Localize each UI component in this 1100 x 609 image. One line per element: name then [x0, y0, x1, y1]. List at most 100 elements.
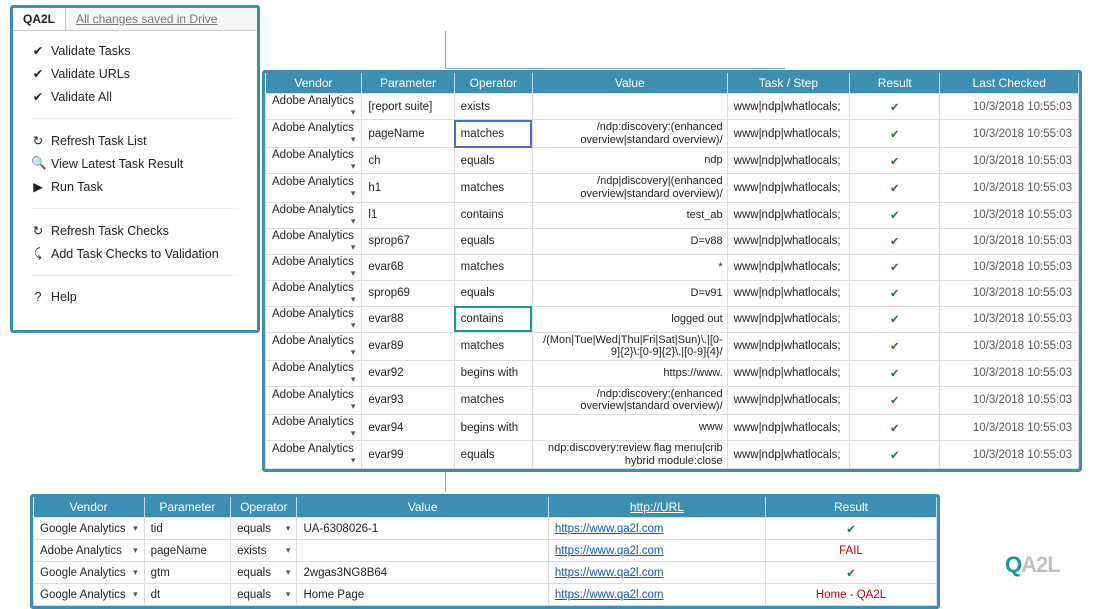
menu-item[interactable]: 🔍View Latest Task Result: [31, 152, 239, 175]
task-cell[interactable]: www|ndp|whatlocals;: [727, 254, 849, 280]
operator-cell[interactable]: exists▾: [231, 540, 297, 562]
operator-cell[interactable]: equals▾: [231, 562, 297, 584]
task-cell[interactable]: www|ndp|whatlocals;: [727, 360, 849, 386]
operator-cell[interactable]: begins with: [454, 415, 532, 441]
vendor-cell[interactable]: Adobe Analytics▾: [266, 228, 362, 254]
column-header[interactable]: Value: [532, 73, 727, 94]
task-cell[interactable]: www|ndp|whatlocals;: [727, 202, 849, 228]
url-cell[interactable]: https://www.qa2l.com: [548, 584, 765, 606]
column-header[interactable]: Parameter: [362, 73, 454, 94]
operator-cell[interactable]: matches: [454, 254, 532, 280]
task-cell[interactable]: www|ndp|whatlocals;: [727, 280, 849, 306]
vendor-cell[interactable]: Adobe Analytics▾: [266, 174, 362, 202]
vendor-cell[interactable]: Adobe Analytics▾: [266, 306, 362, 332]
value-cell[interactable]: Home Page: [297, 584, 548, 606]
value-cell[interactable]: D=v91: [532, 280, 727, 306]
column-header[interactable]: Operator: [231, 497, 297, 518]
vendor-cell[interactable]: Adobe Analytics▾: [266, 386, 362, 414]
vendor-cell[interactable]: Adobe Analytics▾: [266, 254, 362, 280]
value-cell[interactable]: /ndp|discovery|(enhanced overview|standa…: [532, 174, 727, 202]
parameter-cell[interactable]: sprop69: [362, 280, 454, 306]
column-header[interactable]: http://URL: [548, 497, 765, 518]
value-cell[interactable]: ndp: [532, 148, 727, 174]
url-link[interactable]: https://www.qa2l.com: [555, 567, 664, 579]
vendor-cell[interactable]: Adobe Analytics▾: [266, 441, 362, 469]
parameter-cell[interactable]: evar68: [362, 254, 454, 280]
parameter-cell[interactable]: [report suite]: [362, 94, 454, 120]
column-header[interactable]: Result: [850, 73, 940, 94]
parameter-cell[interactable]: tid: [144, 518, 230, 540]
parameter-cell[interactable]: ch: [362, 148, 454, 174]
vendor-cell[interactable]: Adobe Analytics▾: [266, 202, 362, 228]
parameter-cell[interactable]: evar94: [362, 415, 454, 441]
operator-cell[interactable]: equals: [454, 280, 532, 306]
vendor-cell[interactable]: Adobe Analytics▾: [266, 280, 362, 306]
parameter-cell[interactable]: evar88: [362, 306, 454, 332]
menu-item[interactable]: ▶Run Task: [31, 175, 239, 198]
task-cell[interactable]: www|ndp|whatlocals;: [727, 174, 849, 202]
operator-cell[interactable]: equals: [454, 228, 532, 254]
operator-cell[interactable]: contains: [454, 306, 532, 332]
value-cell[interactable]: [297, 540, 548, 562]
vendor-cell[interactable]: Adobe Analytics▾: [266, 148, 362, 174]
task-cell[interactable]: www|ndp|whatlocals;: [727, 306, 849, 332]
parameter-cell[interactable]: sprop67: [362, 228, 454, 254]
operator-cell[interactable]: equals▾: [231, 584, 297, 606]
column-header[interactable]: Vendor: [266, 73, 362, 94]
url-link[interactable]: https://www.qa2l.com: [555, 523, 664, 535]
parameter-cell[interactable]: evar93: [362, 386, 454, 414]
url-cell[interactable]: https://www.qa2l.com: [548, 540, 765, 562]
value-cell[interactable]: www: [532, 415, 727, 441]
task-cell[interactable]: www|ndp|whatlocals;: [727, 228, 849, 254]
parameter-cell[interactable]: evar99: [362, 441, 454, 469]
menu-item[interactable]: ↻Refresh Task List: [31, 129, 239, 152]
value-cell[interactable]: [532, 94, 727, 120]
menu-item[interactable]: ✔Validate All: [31, 85, 239, 108]
tab-qa2l[interactable]: QA2L: [13, 8, 66, 30]
operator-cell[interactable]: equals▾: [231, 518, 297, 540]
value-cell[interactable]: /ndp:discovery:(enhanced overview|standa…: [532, 386, 727, 414]
column-header[interactable]: Value: [297, 497, 548, 518]
operator-cell[interactable]: matches: [454, 174, 532, 202]
parameter-cell[interactable]: l1: [362, 202, 454, 228]
value-cell[interactable]: /(Mon|Tue|Wed|Thu|Fri|Sat|Sun)\.|[0-9]{2…: [532, 332, 727, 360]
task-cell[interactable]: www|ndp|whatlocals;: [727, 94, 849, 120]
task-cell[interactable]: www|ndp|whatlocals;: [727, 386, 849, 414]
parameter-cell[interactable]: gtm: [144, 562, 230, 584]
column-header[interactable]: Result: [766, 497, 937, 518]
vendor-cell[interactable]: Adobe Analytics▾: [34, 540, 145, 562]
vendor-cell[interactable]: Adobe Analytics▾: [266, 94, 362, 120]
url-header-link[interactable]: http://URL: [630, 500, 684, 514]
task-cell[interactable]: www|ndp|whatlocals;: [727, 415, 849, 441]
vendor-cell[interactable]: Adobe Analytics▾: [266, 415, 362, 441]
menu-item[interactable]: ⤹Add Task Checks to Validation: [31, 242, 239, 265]
vendor-cell[interactable]: Adobe Analytics▾: [266, 120, 362, 148]
parameter-cell[interactable]: pageName: [144, 540, 230, 562]
vendor-cell[interactable]: Adobe Analytics▾: [266, 332, 362, 360]
url-cell[interactable]: https://www.qa2l.com: [548, 518, 765, 540]
url-cell[interactable]: https://www.qa2l.com: [548, 562, 765, 584]
menu-item[interactable]: ?Help: [31, 286, 239, 308]
vendor-cell[interactable]: Google Analytics▾: [34, 518, 145, 540]
value-cell[interactable]: https://www.: [532, 360, 727, 386]
operator-cell[interactable]: equals: [454, 441, 532, 469]
parameter-cell[interactable]: evar92: [362, 360, 454, 386]
parameter-cell[interactable]: evar89: [362, 332, 454, 360]
value-cell[interactable]: UA-6308026-1: [297, 518, 548, 540]
parameter-cell[interactable]: dt: [144, 584, 230, 606]
task-cell[interactable]: www|ndp|whatlocals;: [727, 441, 849, 469]
operator-cell[interactable]: matches: [454, 332, 532, 360]
value-cell[interactable]: D=v88: [532, 228, 727, 254]
task-cell[interactable]: www|ndp|whatlocals;: [727, 332, 849, 360]
operator-cell[interactable]: exists: [454, 94, 532, 120]
operator-cell[interactable]: contains: [454, 202, 532, 228]
menu-item[interactable]: ✔Validate Tasks: [31, 39, 239, 62]
menu-item[interactable]: ✔Validate URLs: [31, 62, 239, 85]
column-header[interactable]: Operator: [454, 73, 532, 94]
column-header[interactable]: Last Checked: [940, 73, 1079, 94]
task-cell[interactable]: www|ndp|whatlocals;: [727, 120, 849, 148]
column-header[interactable]: Parameter: [144, 497, 230, 518]
operator-cell[interactable]: matches: [454, 120, 532, 148]
value-cell[interactable]: /ndp:discovery:(enhanced overview|standa…: [532, 120, 727, 148]
menu-item[interactable]: ↻Refresh Task Checks: [31, 219, 239, 242]
